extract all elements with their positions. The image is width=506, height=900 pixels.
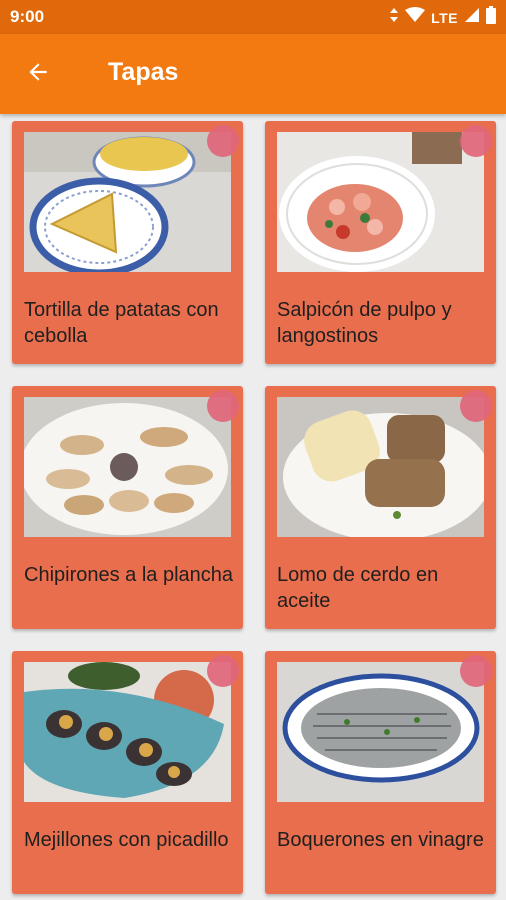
favorite-marker[interactable] [207, 655, 239, 687]
status-icons: LTE [389, 6, 496, 29]
status-time: 9:00 [10, 7, 45, 26]
favorite-marker[interactable] [207, 390, 239, 422]
recipe-photo [277, 662, 484, 802]
favorite-marker[interactable] [460, 655, 492, 687]
battery-icon [486, 6, 496, 29]
recipe-card-salpicon[interactable]: Salpicón de pulpo y langostinos [265, 121, 496, 364]
recipe-photo [24, 397, 231, 537]
recipe-photo [24, 132, 231, 272]
network-type: LTE [431, 9, 458, 26]
recipe-title: Mejillones con picadillo [24, 829, 229, 851]
recipe-card-boquerones[interactable]: Boquerones en vinagre [265, 651, 496, 894]
recipe-photo [277, 397, 484, 537]
recipe-grid: Tortilla de patatas con cebolla Salpicón… [0, 114, 506, 900]
app-bar: Tapas [0, 34, 506, 114]
recipe-title: Boquerones en vinagre [277, 829, 484, 851]
back-button[interactable] [16, 54, 60, 94]
recipe-card-mejillones[interactable]: Mejillones con picadillo [12, 651, 243, 894]
recipe-title: Salpicón de pulpo y langostinos [277, 299, 452, 347]
recipe-title: Chipirones a la plancha [24, 564, 234, 586]
recipe-title: Tortilla de patatas con cebolla [24, 299, 219, 347]
recipe-card-lomo[interactable]: Lomo de cerdo en aceite [265, 386, 496, 629]
favorite-marker[interactable] [460, 390, 492, 422]
recipe-card-chipirones[interactable]: Chipirones a la plancha [12, 386, 243, 629]
data-arrows-icon [389, 7, 399, 28]
wifi-icon [405, 7, 426, 28]
signal-icon [464, 7, 480, 28]
status-bar: 9:00 LTE [0, 0, 506, 34]
recipe-card-tortilla[interactable]: Tortilla de patatas con cebolla [12, 121, 243, 364]
favorite-marker[interactable] [207, 125, 239, 157]
arrow-back-icon [25, 59, 51, 90]
recipe-title: Lomo de cerdo en aceite [277, 564, 439, 612]
favorite-marker[interactable] [460, 125, 492, 157]
page-title: Tapas [108, 58, 179, 86]
recipe-photo [277, 132, 484, 272]
recipe-photo [24, 662, 231, 802]
